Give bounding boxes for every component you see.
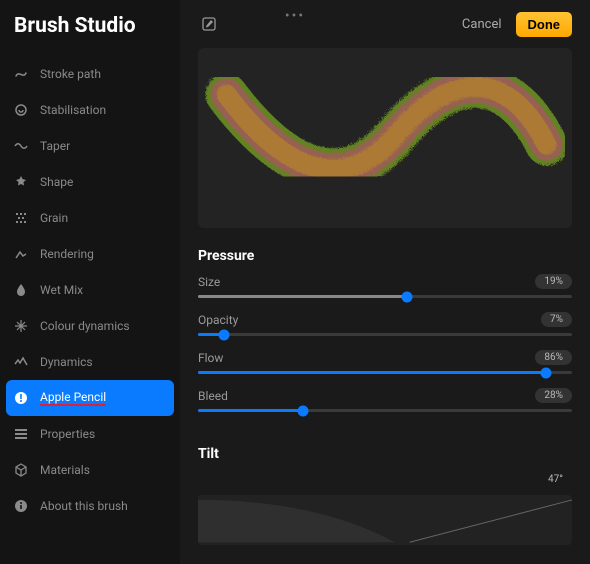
bleed-value: 28%	[535, 388, 572, 403]
size-slider-row: Size 19%	[198, 274, 572, 298]
sidebar-item-label: Stroke path	[40, 67, 101, 81]
sidebar-item-dynamics[interactable]: Dynamics	[0, 344, 180, 380]
colour-dynamics-icon	[14, 319, 28, 333]
sidebar-item-label: Apple Pencil	[40, 390, 106, 406]
bleed-slider[interactable]	[198, 409, 572, 412]
tilt-section-title: Tilt	[198, 446, 572, 462]
app-title: Brush Studio	[0, 0, 180, 56]
size-slider[interactable]	[198, 295, 572, 298]
size-label: Size	[198, 275, 220, 289]
sidebar-item-label: Wet Mix	[40, 283, 83, 297]
size-value: 19%	[535, 274, 572, 289]
sidebar-item-materials[interactable]: Materials	[0, 452, 180, 488]
sidebar-item-label: Rendering	[40, 247, 94, 261]
flow-slider-row: Flow 86%	[198, 350, 572, 374]
bleed-label: Bleed	[198, 389, 228, 403]
brush-preview[interactable]	[198, 48, 572, 228]
flow-slider[interactable]	[198, 371, 572, 374]
bleed-slider-row: Bleed 28%	[198, 388, 572, 412]
edit-button[interactable]	[198, 13, 220, 35]
flow-value: 86%	[535, 350, 572, 365]
apple-pencil-icon	[14, 391, 28, 405]
sidebar-item-label: Stabilisation	[40, 103, 106, 117]
shape-icon	[14, 175, 28, 189]
topbar: Cancel Done	[198, 0, 572, 48]
stroke-path-icon	[14, 67, 28, 81]
taper-icon	[14, 141, 28, 151]
sidebar-item-grain[interactable]: Grain	[0, 200, 180, 236]
sidebar-item-label: Properties	[40, 427, 95, 441]
cancel-button[interactable]: Cancel	[462, 17, 502, 32]
sidebar-item-properties[interactable]: Properties	[0, 416, 180, 452]
sidebar-item-label: Dynamics	[40, 355, 93, 369]
sidebar-item-shape[interactable]: Shape	[0, 164, 180, 200]
opacity-label: Opacity	[198, 313, 238, 327]
done-button[interactable]: Done	[516, 12, 573, 37]
sidebar-item-label: Shape	[40, 175, 73, 189]
drag-handle-icon[interactable]: •••	[285, 8, 305, 24]
properties-icon	[14, 428, 28, 440]
sidebar-item-about[interactable]: About this brush	[0, 488, 180, 524]
opacity-slider[interactable]	[198, 333, 572, 336]
sidebar-item-label: About this brush	[40, 499, 128, 513]
opacity-slider-row: Opacity 7%	[198, 312, 572, 336]
sidebar-item-taper[interactable]: Taper	[0, 128, 180, 164]
sidebar-item-colour-dynamics[interactable]: Colour dynamics	[0, 308, 180, 344]
dynamics-icon	[14, 356, 28, 368]
sidebar-item-stroke-path[interactable]: Stroke path	[0, 56, 180, 92]
grain-icon	[14, 211, 28, 225]
materials-icon	[14, 463, 28, 477]
sidebar-item-label: Colour dynamics	[40, 319, 130, 333]
sidebar-item-label: Grain	[40, 211, 68, 225]
sidebar-item-stabilisation[interactable]: Stabilisation	[0, 92, 180, 128]
sidebar-item-label: Taper	[40, 139, 70, 153]
opacity-value: 7%	[541, 312, 572, 327]
sidebar-item-wet-mix[interactable]: Wet Mix	[0, 272, 180, 308]
sidebar-item-rendering[interactable]: Rendering	[0, 236, 180, 272]
flow-label: Flow	[198, 351, 223, 365]
sidebar: Brush Studio Stroke path Stabilisation T…	[0, 0, 180, 564]
sidebar-item-apple-pencil[interactable]: Apple Pencil	[6, 380, 174, 416]
info-icon	[14, 499, 28, 513]
main-panel: ••• Cancel Done Pressure	[180, 0, 590, 564]
tilt-graph[interactable]	[198, 495, 572, 545]
tilt-value: 47°	[539, 472, 572, 487]
sidebar-item-label: Materials	[40, 463, 90, 477]
stabilisation-icon	[14, 103, 28, 117]
pressure-section-title: Pressure	[198, 248, 572, 264]
rendering-icon	[14, 247, 28, 261]
wet-mix-icon	[14, 283, 28, 297]
